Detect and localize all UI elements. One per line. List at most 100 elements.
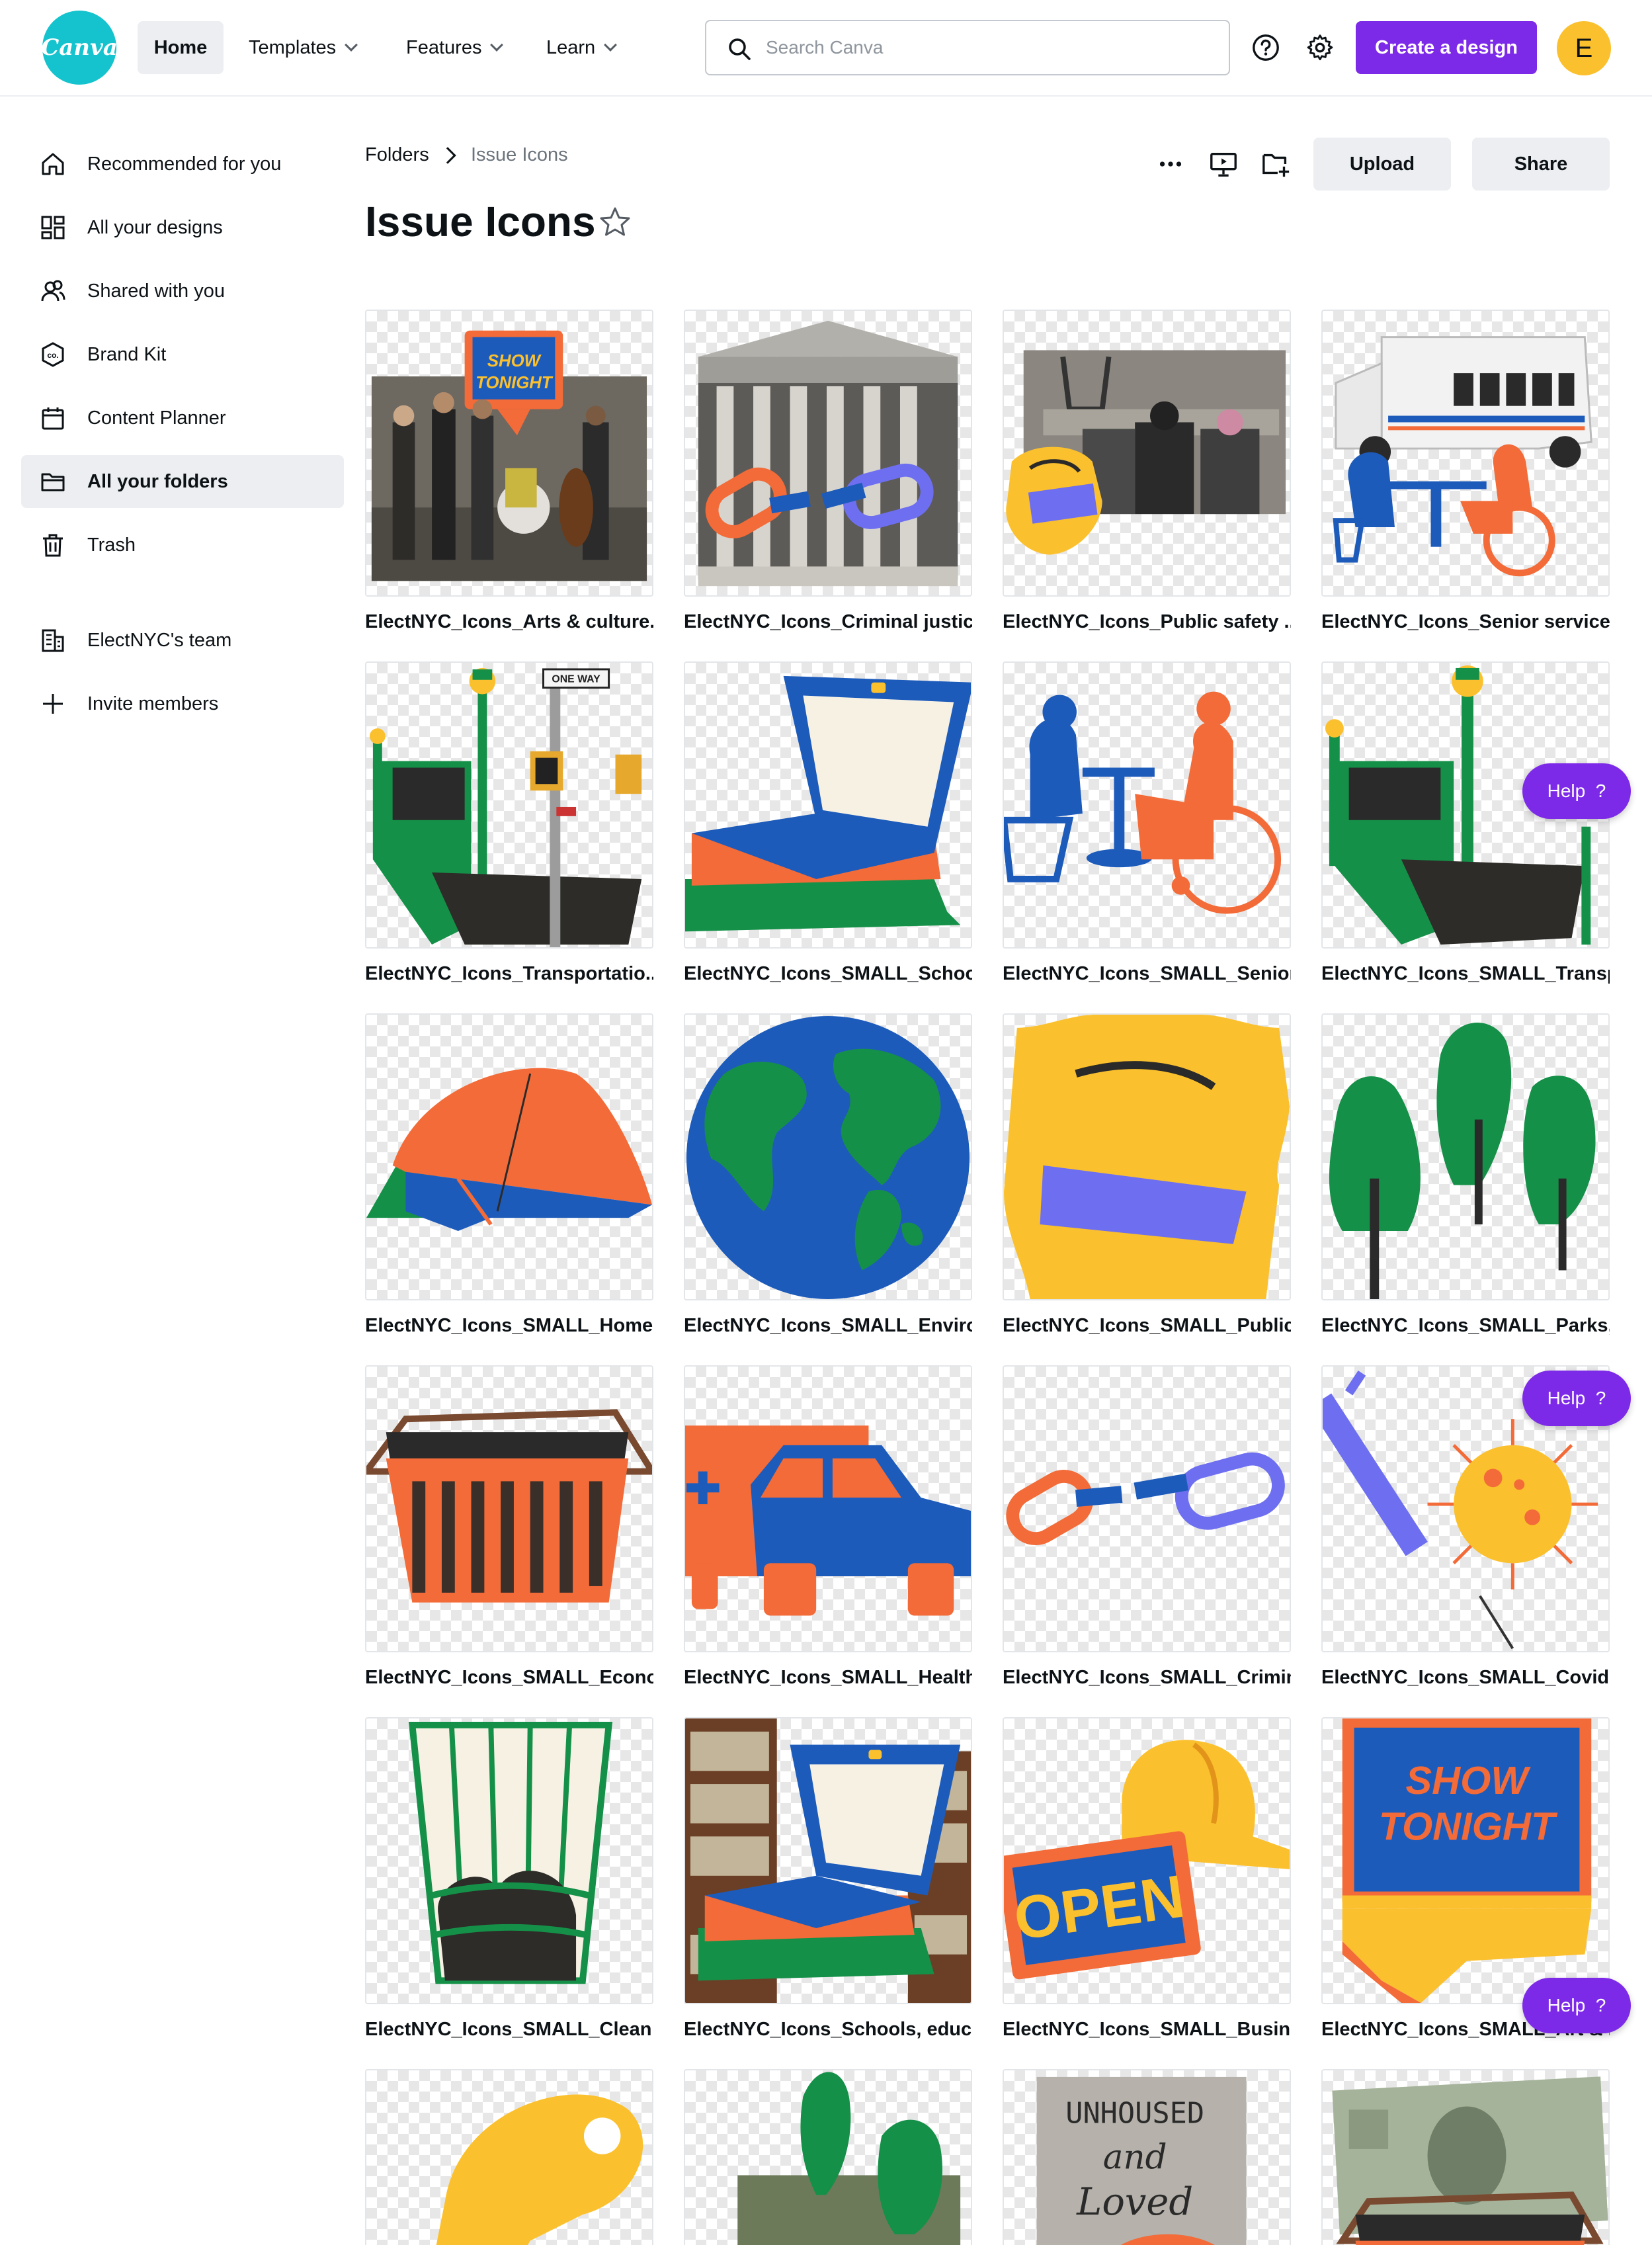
sidebar-item-all-designs[interactable]: All your designs [21,201,344,254]
design-thumbnail[interactable] [365,1365,653,1652]
design-title[interactable]: ElectNYC_Icons_SMALL_Enviro... [684,1315,972,1337]
create-design-button[interactable]: Create a design [1356,21,1537,74]
design-card[interactable]: OPEN ElectNYC_Icons_SMALL_Busine... [1003,1717,1291,2041]
star-icon[interactable] [598,205,632,239]
sidebar-item-recommended[interactable]: Recommended for you [21,138,344,191]
chevron-down-icon [490,38,504,52]
design-card[interactable]: ElectNYC_Icons_SMALL_Senior... [1003,661,1291,985]
design-title[interactable]: ElectNYC_Icons_SMALL_Busine... [1003,2019,1291,2041]
design-title[interactable]: ElectNYC_Icons_SMALL_Covid ... [1321,1667,1610,1689]
design-thumbnail[interactable]: UNHOUSED and Loved [1003,2069,1291,2245]
help-button[interactable]: Help ? [1522,763,1631,819]
present-icon[interactable] [1205,146,1242,183]
sidebar-item-content-planner[interactable]: Content Planner [21,392,344,445]
design-thumbnail[interactable] [684,310,972,597]
share-button[interactable]: Share [1472,138,1610,191]
design-title[interactable]: ElectNYC_Icons_SMALL_Parks, ... [1321,1315,1610,1337]
design-card[interactable] [365,2069,653,2245]
design-title[interactable]: ElectNYC_Icons_SMALL_Health... [684,1667,972,1689]
sidebar-item-invite[interactable]: Invite members [21,677,344,730]
design-card[interactable]: ElectNYC_Icons_Senior service... [1321,310,1610,633]
nav-learn[interactable]: Learn [546,21,618,74]
design-thumbnail[interactable] [1003,310,1291,597]
design-thumbnail[interactable] [1321,1013,1610,1300]
design-card[interactable]: ElectNYC_Icons_SMALL_Health... [684,1365,972,1689]
sidebar-item-shared[interactable]: Shared with you [21,265,344,318]
design-card[interactable] [1321,2069,1610,2245]
design-thumbnail[interactable] [684,1013,972,1300]
more-options-icon[interactable] [1152,146,1189,183]
design-thumbnail[interactable] [684,661,972,949]
design-title[interactable]: ElectNYC_Icons_SMALL_Clean ... [365,2019,653,2041]
design-title[interactable]: ElectNYC_Icons_SMALL_Transp... [1321,963,1610,985]
design-title[interactable]: ElectNYC_Icons_SMALL_Homel... [365,1315,653,1337]
design-thumbnail[interactable] [684,1365,972,1652]
design-thumbnail[interactable]: ONE WAY [365,661,653,949]
help-button[interactable]: Help ? [1522,1978,1631,2033]
sidebar-item-label: Trash [87,534,136,556]
design-thumbnail[interactable] [1321,310,1610,597]
design-thumbnail[interactable] [1321,2069,1610,2245]
sidebar-item-brand-kit[interactable]: co. Brand Kit [21,328,344,381]
help-icon[interactable] [1247,29,1284,66]
design-thumbnail[interactable] [1003,661,1291,949]
sidebar-item-label: Shared with you [87,280,225,302]
design-card[interactable]: ElectNYC_Icons_Public safety ... [1003,310,1291,633]
new-folder-icon[interactable] [1258,146,1295,183]
design-title[interactable]: ElectNYC_Icons_SMALL_School... [684,963,972,985]
avatar[interactable]: E [1557,21,1611,75]
nav-features[interactable]: Features [406,21,504,74]
design-card[interactable]: ElectNYC_Icons_SMALL_Crimin... [1003,1365,1291,1689]
design-thumbnail[interactable] [365,1013,653,1300]
design-title[interactable]: ElectNYC_Icons_SMALL_Crimin... [1003,1667,1291,1689]
search-placeholder: Search Canva [766,37,884,58]
nav-home[interactable]: Home [138,21,224,74]
design-card[interactable]: SHOW TONIGHT ElectNYC_Icons_Arts & cultu… [365,310,653,633]
design-title[interactable]: ElectNYC_Icons_Transportatio... [365,963,653,985]
design-card[interactable] [684,2069,972,2245]
design-thumbnail[interactable] [1003,1365,1291,1652]
design-card[interactable]: ElectNYC_Icons_SMALL_School... [684,661,972,985]
design-title[interactable]: ElectNYC_Icons_SMALL_Public ... [1003,1315,1291,1337]
design-card[interactable]: ElectNYC_Icons_SMALL_Homel... [365,1013,653,1337]
help-button[interactable]: Help ? [1522,1371,1631,1426]
design-card[interactable]: ElectNYC_Icons_SMALL_Public ... [1003,1013,1291,1337]
design-thumbnail[interactable] [684,1717,972,2004]
sidebar-item-all-folders[interactable]: All your folders [21,455,344,508]
design-title[interactable]: ElectNYC_Icons_Public safety ... [1003,611,1291,633]
design-card[interactable]: ElectNYC_Icons_SMALL_Econo... [365,1365,653,1689]
nav-templates[interactable]: Templates [249,21,358,74]
design-thumbnail[interactable] [365,2069,653,2245]
design-card[interactable]: ElectNYC_Icons_Schools, educ... [684,1717,972,2041]
design-card[interactable]: ElectNYC_Icons_Criminal justic... [684,310,972,633]
design-card[interactable]: UNHOUSED and Loved [1003,2069,1291,2245]
design-title[interactable]: ElectNYC_Icons_Arts & culture.... [365,611,653,633]
design-thumbnail[interactable] [365,1717,653,2004]
breadcrumb-folders[interactable]: Folders [365,144,429,166]
design-card[interactable]: ElectNYC_Icons_SMALL_Enviro... [684,1013,972,1337]
design-card[interactable]: ONE WAY ElectNYC_Icons_Transportatio... [365,661,653,985]
design-card[interactable]: ElectNYC_Icons_SMALL_Clean ... [365,1717,653,2041]
design-thumbnail[interactable] [684,2069,972,2245]
design-card[interactable]: ElectNYC_Icons_SMALL_Transp... [1321,661,1610,985]
gear-icon[interactable] [1301,29,1339,66]
design-title[interactable]: ElectNYC_Icons_Senior service... [1321,611,1610,633]
sidebar-item-label: Brand Kit [87,343,167,365]
design-thumbnail[interactable]: SHOW TONIGHT [365,310,653,597]
design-title[interactable]: ElectNYC_Icons_SMALL_Econo... [365,1667,653,1689]
design-thumbnail[interactable] [1003,1013,1291,1300]
search-input[interactable]: Search Canva [705,20,1230,75]
design-thumbnail[interactable]: OPEN [1003,1717,1291,2004]
upload-button[interactable]: Upload [1313,138,1451,191]
sidebar-item-trash[interactable]: Trash [21,519,344,572]
brand-kit-icon: co. [37,339,69,370]
help-label: Help [1547,1388,1586,1408]
canva-logo[interactable]: Canva [41,11,118,85]
design-title[interactable]: ElectNYC_Icons_Criminal justic... [684,611,972,633]
design-card[interactable]: ElectNYC_Icons_SMALL_Parks, ... [1321,1013,1610,1337]
page-title: Issue Icons [365,198,596,245]
sidebar-item-team[interactable]: ElectNYC's team [21,614,344,667]
design-title[interactable]: ElectNYC_Icons_SMALL_Senior... [1003,963,1291,985]
design-thumbnail[interactable]: SHOW TONIGHT [1321,1717,1610,2004]
design-title[interactable]: ElectNYC_Icons_Schools, educ... [684,2019,972,2041]
